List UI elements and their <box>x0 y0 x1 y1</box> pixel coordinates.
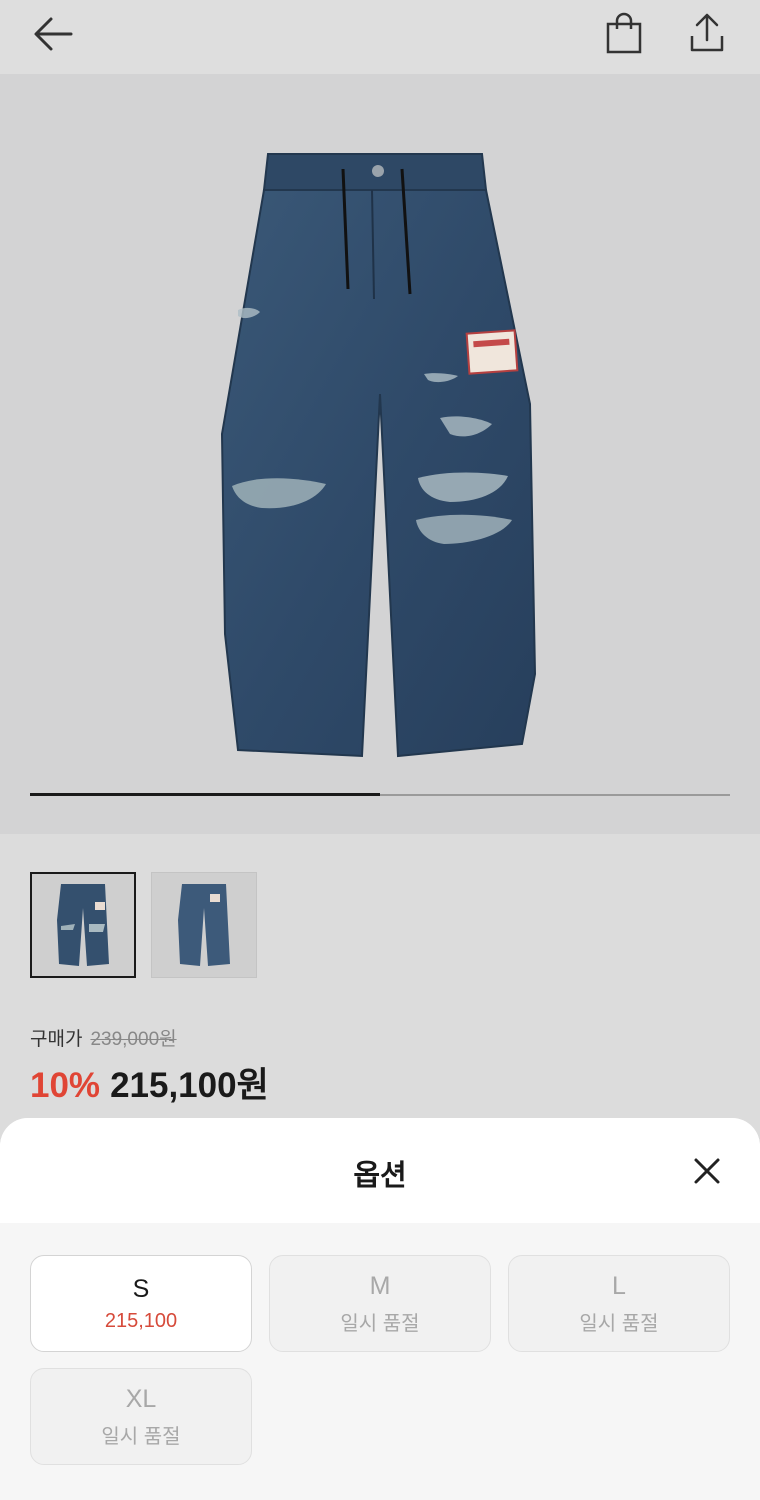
discount-rate: 10% <box>30 1066 101 1105</box>
top-bar <box>0 0 760 74</box>
thumbnail-front[interactable] <box>30 872 136 978</box>
options-sheet-header: 옵션 <box>0 1118 760 1223</box>
option-soldout-text: 일시 품절 <box>579 1312 659 1335</box>
jeans-thumbnail-back <box>178 884 230 966</box>
back-button[interactable] <box>28 12 78 56</box>
option-size-m[interactable]: M 일시 품절 <box>269 1255 491 1352</box>
share-icon <box>690 13 724 52</box>
options-bottom-sheet: 옵션 S 215,100 M 일시 품절 L 일시 품절 XL 일시 품절 <box>0 1118 760 1500</box>
option-size-label: M <box>369 1271 391 1300</box>
product-jeans-image <box>220 153 537 758</box>
option-size-label: S <box>132 1274 150 1303</box>
option-size-label: XL <box>125 1384 157 1413</box>
product-image-gallery[interactable] <box>0 74 760 834</box>
jeans-thumbnail-front <box>57 884 109 966</box>
option-soldout-text: 일시 품절 <box>101 1425 181 1448</box>
original-price: 239,000원 <box>90 1029 177 1050</box>
price-label: 구매가 <box>30 1029 83 1050</box>
option-size-l[interactable]: L 일시 품절 <box>508 1255 730 1352</box>
price-section: 구매가 239,000원 10% 215,100원 <box>30 1024 269 1108</box>
thumbnail-list <box>30 872 257 978</box>
close-button[interactable] <box>684 1148 730 1194</box>
arrow-left-icon <box>34 17 73 51</box>
final-price: 215,100원 <box>110 1066 269 1105</box>
option-price: 215,100 <box>104 1309 178 1332</box>
options-sheet-title: 옵션 <box>353 1160 407 1192</box>
price-label-row: 구매가 239,000원 <box>30 1024 269 1051</box>
cart-button[interactable] <box>600 10 648 56</box>
thumbnail-back[interactable] <box>151 872 257 978</box>
gallery-progress-track <box>30 793 730 796</box>
option-size-xl[interactable]: XL 일시 품절 <box>30 1368 252 1465</box>
share-button[interactable] <box>683 10 731 56</box>
close-icon <box>694 1158 720 1184</box>
option-soldout-text: 일시 품절 <box>340 1312 420 1335</box>
option-size-s[interactable]: S 215,100 <box>30 1255 252 1352</box>
option-size-label: L <box>612 1271 626 1300</box>
shopping-bag-icon <box>606 12 642 54</box>
gallery-progress-fill <box>30 793 380 796</box>
final-price-row: 10% 215,100원 <box>30 1057 269 1108</box>
